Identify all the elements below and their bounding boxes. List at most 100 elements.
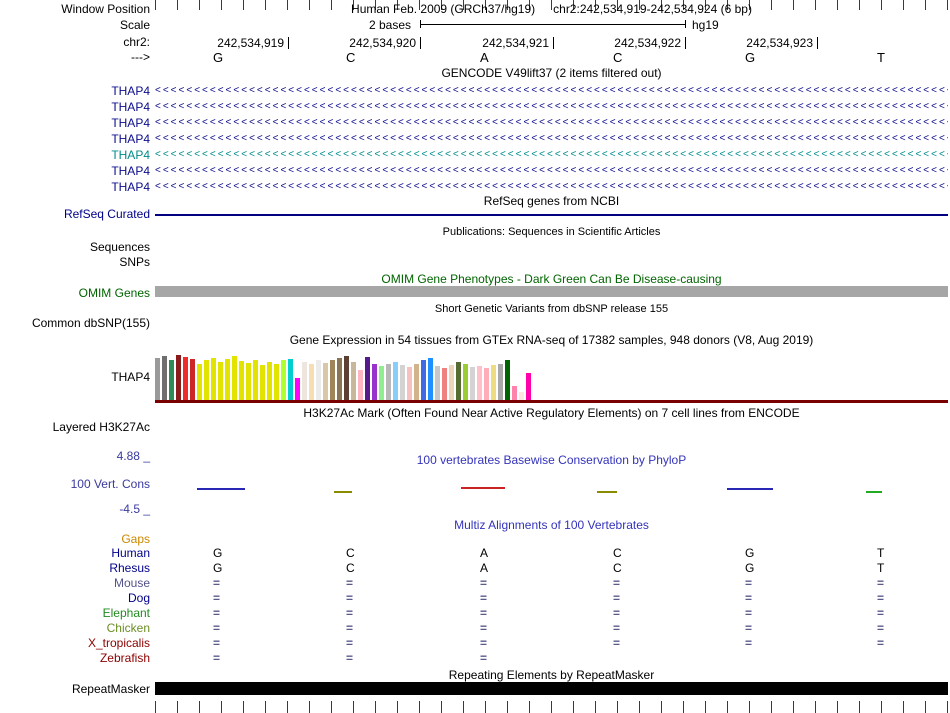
gtex-expression-bar[interactable] [442, 368, 447, 400]
gene-transcript-line[interactable]: <<<<<<<<<<<<<<<<<<<<<<<<<<<<<<<<<<<<<<<<… [155, 84, 948, 97]
h3k27ac-track-title[interactable]: H3K27Ac Mark (Often Found Near Active Re… [155, 406, 948, 420]
gtex-expression-bar[interactable] [225, 359, 230, 400]
gtex-expression-bar[interactable] [302, 362, 307, 400]
gtex-expression-bar[interactable] [218, 362, 223, 400]
gene-label[interactable]: THAP4 [0, 100, 150, 114]
coordinate-row[interactable]: 242,534,919 242,534,920 242,534,921 242,534… [0, 36, 950, 50]
repeatmasker-label[interactable]: RepeatMasker [0, 682, 150, 696]
omim-gene-bar[interactable] [155, 286, 948, 297]
gtex-expression-bar[interactable] [316, 360, 321, 400]
gene-transcript-line[interactable]: <<<<<<<<<<<<<<<<<<<<<<<<<<<<<<<<<<<<<<<<… [155, 100, 948, 113]
gene-transcript-line[interactable]: <<<<<<<<<<<<<<<<<<<<<<<<<<<<<<<<<<<<<<<<… [155, 164, 948, 177]
gene-label[interactable]: THAP4 [0, 180, 150, 194]
gene-transcript-line[interactable]: <<<<<<<<<<<<<<<<<<<<<<<<<<<<<<<<<<<<<<<<… [155, 132, 948, 145]
dbsnp-track-title[interactable]: Short Genetic Variants from dbSNP releas… [155, 303, 948, 315]
gtex-expression-bar[interactable] [190, 359, 195, 400]
gtex-bar-chart[interactable] [155, 354, 948, 400]
gtex-expression-bar[interactable] [253, 360, 258, 400]
gtex-expression-bar[interactable] [337, 358, 342, 400]
gtex-expression-bar[interactable] [162, 356, 167, 400]
gtex-expression-bar[interactable] [169, 360, 174, 400]
phylop-signal[interactable] [197, 488, 245, 490]
phylop-signal[interactable] [597, 491, 617, 493]
refseq-track-title[interactable]: RefSeq genes from NCBI [155, 194, 948, 208]
omim-track-title[interactable]: OMIM Gene Phenotypes - Dark Green Can Be… [155, 272, 948, 286]
gtex-expression-bar[interactable] [239, 361, 244, 400]
species-label[interactable]: X_tropicalis [0, 636, 150, 650]
snps-label[interactable]: SNPs [0, 255, 150, 269]
species-label[interactable]: Mouse [0, 576, 150, 590]
gtex-expression-bar[interactable] [309, 364, 314, 400]
gtex-expression-bar[interactable] [379, 366, 384, 400]
gtex-expression-bar[interactable] [428, 358, 433, 400]
gtex-expression-bar[interactable] [183, 357, 188, 400]
gtex-expression-bar[interactable] [274, 364, 279, 400]
gtex-expression-bar[interactable] [393, 362, 398, 400]
gtex-expression-bar[interactable] [491, 365, 496, 400]
gtex-expression-bar[interactable] [505, 360, 510, 400]
refseq-gene-line[interactable] [155, 214, 948, 216]
gtex-expression-bar[interactable] [449, 365, 454, 400]
gtex-expression-bar[interactable] [372, 364, 377, 400]
gtex-expression-bar[interactable] [477, 366, 482, 400]
gtex-expression-bar[interactable] [281, 360, 286, 400]
gtex-expression-bar[interactable] [512, 386, 517, 400]
gtex-expression-bar[interactable] [463, 364, 468, 400]
gene-label[interactable]: THAP4 [0, 84, 150, 98]
gtex-expression-bar[interactable] [358, 370, 363, 400]
dbsnp-label[interactable]: Common dbSNP(155) [0, 316, 150, 330]
phylop-label[interactable]: 100 Vert. Cons [0, 477, 150, 491]
gene-label[interactable]: THAP4 [0, 132, 150, 146]
gtex-expression-bar[interactable] [498, 364, 503, 400]
gtex-expression-bar[interactable] [197, 364, 202, 400]
h3k27ac-label[interactable]: Layered H3K27Ac [0, 420, 150, 434]
base-position-row[interactable]: GCACGT [0, 50, 950, 65]
gtex-expression-bar[interactable] [421, 360, 426, 400]
phylop-signal[interactable] [461, 487, 505, 489]
gtex-expression-bar[interactable] [526, 373, 531, 400]
gtex-expression-bar[interactable] [470, 367, 475, 400]
gtex-expression-bar[interactable] [351, 362, 356, 400]
gtex-expression-bar[interactable] [295, 378, 300, 400]
repeatmasker-track-title[interactable]: Repeating Elements by RepeatMasker [155, 668, 948, 682]
gtex-expression-bar[interactable] [344, 356, 349, 400]
gencode-track-title[interactable]: GENCODE V49lift37 (2 items filtered out) [155, 66, 948, 80]
gene-label[interactable]: THAP4 [0, 148, 150, 162]
multiz-track-title[interactable]: Multiz Alignments of 100 Vertebrates [155, 518, 948, 532]
gtex-expression-bar[interactable] [211, 358, 216, 400]
species-label[interactable]: Elephant [0, 606, 150, 620]
phylop-track-title[interactable]: 100 vertebrates Basewise Conservation by… [155, 453, 948, 467]
publications-track-title[interactable]: Publications: Sequences in Scientific Ar… [155, 226, 948, 238]
gtex-expression-bar[interactable] [365, 357, 370, 400]
phylop-signal[interactable] [866, 491, 882, 493]
bottom-ruler[interactable] [155, 701, 948, 713]
species-label[interactable]: Zebrafish [0, 651, 150, 665]
gtex-expression-bar[interactable] [456, 362, 461, 400]
sequences-label[interactable]: Sequences [0, 240, 150, 254]
gtex-expression-bar[interactable] [204, 360, 209, 400]
gtex-expression-bar[interactable] [414, 364, 419, 400]
gtex-expression-bar[interactable] [330, 360, 335, 400]
gene-transcript-line[interactable]: <<<<<<<<<<<<<<<<<<<<<<<<<<<<<<<<<<<<<<<<… [155, 148, 948, 161]
gtex-expression-bar[interactable] [246, 363, 251, 400]
refseq-curated-label[interactable]: RefSeq Curated [0, 207, 150, 221]
phylop-signal[interactable] [727, 488, 773, 490]
gtex-expression-bar[interactable] [232, 356, 237, 400]
gene-transcript-line[interactable]: <<<<<<<<<<<<<<<<<<<<<<<<<<<<<<<<<<<<<<<<… [155, 180, 948, 193]
gtex-expression-bar[interactable] [407, 367, 412, 400]
species-label[interactable]: Rhesus [0, 561, 150, 575]
gtex-track-title[interactable]: Gene Expression in 54 tissues from GTEx … [155, 333, 948, 347]
gtex-expression-bar[interactable] [386, 364, 391, 400]
gtex-expression-bar[interactable] [260, 365, 265, 400]
gtex-expression-bar[interactable] [400, 365, 405, 400]
gtex-expression-bar[interactable] [288, 359, 293, 400]
phylop-signal[interactable] [334, 491, 352, 493]
gtex-expression-bar[interactable] [435, 366, 440, 400]
gtex-gene-label[interactable]: THAP4 [0, 370, 150, 384]
gene-label[interactable]: THAP4 [0, 116, 150, 130]
species-label[interactable]: Chicken [0, 621, 150, 635]
gtex-expression-bar[interactable] [176, 355, 181, 400]
omim-genes-label[interactable]: OMIM Genes [0, 286, 150, 300]
gtex-expression-bar[interactable] [155, 358, 160, 400]
species-label[interactable]: Human [0, 546, 150, 560]
